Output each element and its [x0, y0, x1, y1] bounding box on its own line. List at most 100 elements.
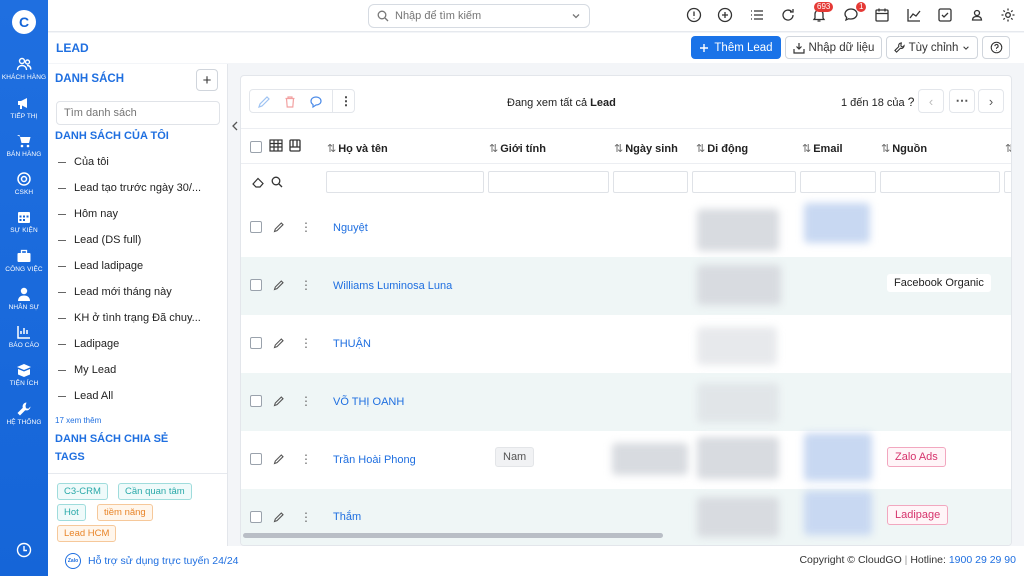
more-actions-icon[interactable]: ⋮ [340, 94, 352, 108]
edit-icon[interactable] [273, 453, 285, 465]
table-row[interactable]: ⋮ VÕ THỊ OANH [241, 373, 1011, 431]
list-item[interactable]: Lead mới tháng này [58, 286, 172, 298]
table-columns-icon[interactable] [269, 139, 283, 152]
edit-icon[interactable] [273, 511, 285, 523]
list-item[interactable]: Lead All [58, 390, 113, 402]
search-icon[interactable] [271, 176, 283, 188]
lead-name-link[interactable]: THUẬN [333, 338, 371, 350]
table-row[interactable]: ⋮ Williams Luminosa Luna Facebook Organi… [241, 257, 1011, 315]
add-circle-icon[interactable] [717, 7, 733, 23]
trash-icon[interactable] [283, 95, 297, 109]
hotline-number[interactable]: 1900 29 29 90 [949, 554, 1016, 566]
list-item[interactable]: Hôm nay [58, 208, 118, 220]
row-checkbox[interactable] [250, 453, 262, 465]
list-search-input[interactable] [56, 101, 220, 125]
show-more-link[interactable]: 17 xem thêm [55, 416, 101, 425]
nav-tiep-thi[interactable]: TIẾP THỊ [0, 95, 48, 120]
row-menu-icon[interactable]: ⋮ [300, 337, 312, 349]
edit-icon[interactable] [273, 337, 285, 349]
nav-he-thong[interactable]: HỆ THỐNG [0, 401, 48, 426]
checkbox-icon[interactable] [937, 7, 953, 23]
nav-khach-hang[interactable]: KHÁCH HÀNG [0, 56, 48, 81]
filter-gender-input[interactable] [488, 171, 609, 193]
list-item[interactable]: My Lead [58, 364, 116, 376]
tag-chip[interactable]: tiềm năng [97, 504, 153, 521]
page-total-unknown[interactable]: ? [908, 95, 915, 109]
nav-tien-ich[interactable]: TIỆN ÍCH [0, 362, 48, 387]
list-item[interactable]: Của tôi [58, 156, 109, 168]
nav-ban-hang[interactable]: BÁN HÀNG [0, 133, 48, 158]
prev-page-button[interactable]: ‹ [918, 89, 944, 113]
table-row[interactable]: ⋮ Trần Hoài Phong Nam Zalo Ads [241, 431, 1011, 489]
clock-icon[interactable] [16, 542, 32, 558]
row-menu-icon[interactable]: ⋮ [300, 511, 312, 523]
tags-heading[interactable]: TAGS [55, 451, 85, 463]
list-icon[interactable] [749, 7, 765, 23]
row-menu-icon[interactable]: ⋮ [300, 395, 312, 407]
row-menu-icon[interactable]: ⋮ [300, 221, 312, 233]
column-header-email[interactable]: ⇅ Email [802, 142, 843, 155]
lead-name-link[interactable]: Williams Luminosa Luna [333, 280, 452, 292]
column-header-next[interactable]: ⇅ [1005, 142, 1011, 155]
notifications-button[interactable]: 693 [811, 2, 834, 23]
row-checkbox[interactable] [250, 337, 262, 349]
column-header-mobile[interactable]: ⇅ Di động [696, 142, 748, 155]
column-header-source[interactable]: ⇅ Nguồn [881, 142, 927, 155]
nav-bao-cao[interactable]: BÁO CÁO [0, 324, 48, 349]
row-menu-icon[interactable]: ⋮ [300, 279, 312, 291]
edit-icon[interactable] [273, 221, 285, 233]
list-item[interactable]: KH ở tình trạng Đã chuy... [58, 312, 201, 324]
chart-line-icon[interactable] [906, 7, 922, 23]
settings-icon[interactable] [1000, 7, 1016, 23]
customize-button[interactable]: Tùy chỉnh [886, 36, 978, 59]
calendar-icon[interactable] [874, 7, 890, 23]
zalo-icon[interactable]: Zalo [65, 553, 81, 569]
comment-icon[interactable] [309, 95, 323, 109]
edit-icon[interactable] [273, 395, 285, 407]
edit-icon[interactable] [273, 279, 285, 291]
lead-name-link[interactable]: VÕ THỊ OANH [333, 396, 404, 408]
add-list-button[interactable]: + [196, 69, 218, 91]
table-row[interactable]: ⋮ Nguyệt [241, 199, 1011, 257]
list-item[interactable]: Lead tạo trước ngày 30/... [58, 182, 201, 194]
row-checkbox[interactable] [250, 221, 262, 233]
horizontal-scrollbar[interactable] [243, 533, 663, 538]
online-support-link[interactable]: Hỗ trợ sử dụng trực tuyến 24/24 [88, 555, 239, 567]
select-all-checkbox[interactable] [250, 141, 262, 153]
row-menu-icon[interactable]: ⋮ [300, 453, 312, 465]
page-menu-button[interactable]: ⋯ [949, 89, 975, 113]
lead-name-link[interactable]: Trần Hoài Phong [333, 454, 416, 466]
tag-chip[interactable]: C3-CRM [57, 483, 108, 500]
list-item[interactable]: Lead ladipage [58, 260, 143, 272]
nav-nhan-su[interactable]: NHÂN SỰ [0, 286, 48, 311]
table-row[interactable]: ⋮ THUẬN [241, 315, 1011, 373]
tag-chip[interactable]: Cần quan tâm [118, 483, 192, 500]
filter-email-input[interactable] [800, 171, 876, 193]
cloudgo-logo[interactable]: C [12, 10, 36, 34]
edit-icon[interactable] [257, 95, 271, 109]
filter-mobile-input[interactable] [692, 171, 796, 193]
global-search[interactable] [368, 4, 590, 28]
tag-chip[interactable]: Lead HCM [57, 525, 117, 542]
info-icon[interactable] [686, 7, 702, 23]
filter-name-input[interactable] [326, 171, 484, 193]
column-header-name[interactable]: ⇅ Họ và tên [327, 142, 388, 155]
filter-next-input[interactable] [1004, 171, 1011, 193]
row-checkbox[interactable] [250, 279, 262, 291]
refresh-icon[interactable] [780, 7, 796, 23]
column-header-gender[interactable]: ⇅ Giới tính [489, 142, 546, 155]
eraser-icon[interactable] [252, 177, 265, 188]
lead-name-link[interactable]: Nguyệt [333, 222, 368, 234]
nav-cskh[interactable]: CSKH [0, 171, 48, 196]
nav-su-kien[interactable]: SỰ KIỆN [0, 209, 48, 234]
next-page-button[interactable]: › [978, 89, 1004, 113]
row-checkbox[interactable] [250, 395, 262, 407]
user-icon[interactable] [969, 7, 985, 23]
global-search-input[interactable] [395, 10, 571, 22]
list-item[interactable]: Lead (DS full) [58, 234, 141, 246]
filter-source-input[interactable] [880, 171, 1000, 193]
list-item[interactable]: Ladipage [58, 338, 119, 350]
messages-button[interactable]: 1 [843, 2, 867, 23]
shared-lists-heading[interactable]: DANH SÁCH CHIA SẺ [55, 433, 168, 445]
layout-icon[interactable] [289, 139, 301, 152]
